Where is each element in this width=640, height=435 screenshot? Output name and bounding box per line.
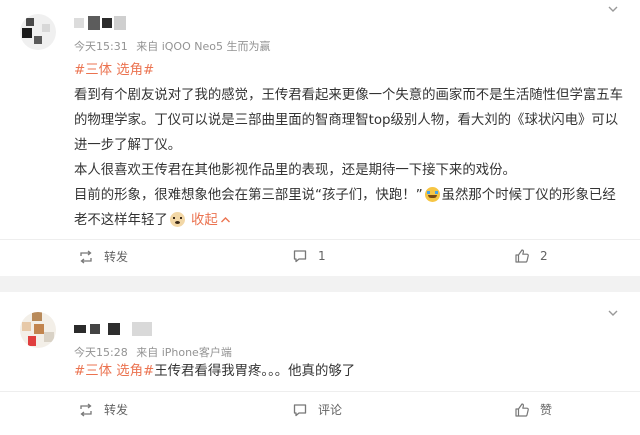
cry-emoji xyxy=(424,187,440,202)
post-paragraph-2: 本人很喜欢王传君在其他影视作品里的表现，还是期待一下接下来的戏份。 xyxy=(74,163,516,178)
repost-icon xyxy=(80,402,92,417)
avatar[interactable] xyxy=(20,14,56,50)
like-icon xyxy=(515,402,529,417)
repost-button[interactable]: 转发 xyxy=(78,401,128,418)
post-time: 今天15:31 xyxy=(74,40,128,53)
repost-button[interactable]: 转发 xyxy=(78,248,128,265)
comment-count: 1 xyxy=(318,249,326,263)
divider xyxy=(0,391,640,392)
username-blurred[interactable] xyxy=(74,16,126,30)
weibo-post: 今天15:28 来自 iPhone客户端 #三体 选角#王传君看得我胃疼。。。他… xyxy=(0,292,640,435)
collapse-link[interactable]: 收起 xyxy=(191,213,231,228)
like-icon xyxy=(515,249,529,263)
post-source[interactable]: 来自 iQOO Neo5 生而为赢 xyxy=(136,40,270,53)
more-down-icon[interactable] xyxy=(606,306,620,320)
topic-tag[interactable]: #三体 选角# xyxy=(74,364,154,379)
post-time: 今天15:28 xyxy=(74,346,128,359)
comment-label: 评论 xyxy=(318,403,343,417)
topic-tag[interactable]: #三体 选角# xyxy=(74,63,154,78)
like-button[interactable]: 2 xyxy=(514,248,548,264)
post-paragraph-1: 看到有个剧友说对了我的感觉，王传君看起来更像一个失意的画家而不是生活随性但学富五… xyxy=(74,88,624,153)
like-count: 2 xyxy=(540,249,548,263)
like-button[interactable]: 赞 xyxy=(514,401,552,418)
dog-emoji xyxy=(169,212,185,227)
post-source[interactable]: 来自 iPhone客户端 xyxy=(136,346,232,359)
chevron-up-icon xyxy=(220,217,230,223)
post-paragraph-3: 目前的形象，很难想象他会在第三部里说“孩子们，快跑！” 虽然那个时候丁仪的形象已经… xyxy=(74,183,624,233)
weibo-post: 今天15:31 来自 iQOO Neo5 生而为赢 #三体 选角# 看到有个剧友… xyxy=(0,0,640,276)
post-content: #三体 选角#王传君看得我胃疼。。。他真的够了 xyxy=(74,359,624,384)
comment-icon xyxy=(293,403,307,416)
repost-label: 转发 xyxy=(104,403,129,417)
comment-icon xyxy=(293,250,307,263)
like-label: 赞 xyxy=(540,403,553,417)
username-blurred[interactable] xyxy=(74,322,156,336)
avatar[interactable] xyxy=(20,312,56,348)
comment-button[interactable]: 评论 xyxy=(292,401,342,418)
repost-label: 转发 xyxy=(104,250,129,264)
post-content: #三体 选角# 看到有个剧友说对了我的感觉，王传君看起来更像一个失意的画家而不是… xyxy=(74,58,624,233)
divider xyxy=(0,239,640,240)
post-meta: 今天15:28 来自 iPhone客户端 xyxy=(74,344,237,360)
collapse-label: 收起 xyxy=(191,213,218,228)
more-down-icon[interactable] xyxy=(606,2,620,16)
post-paragraph-3-main: 目前的形象，很难想象他会在第三部里说“孩子们，快跑！” xyxy=(74,188,423,203)
post-body: 王传君看得我胃疼。。。他真的够了 xyxy=(154,364,356,379)
post-separator xyxy=(0,276,640,292)
post-meta: 今天15:31 来自 iQOO Neo5 生而为赢 xyxy=(74,38,275,54)
comment-button[interactable]: 1 xyxy=(292,248,326,264)
repost-icon xyxy=(80,249,92,264)
